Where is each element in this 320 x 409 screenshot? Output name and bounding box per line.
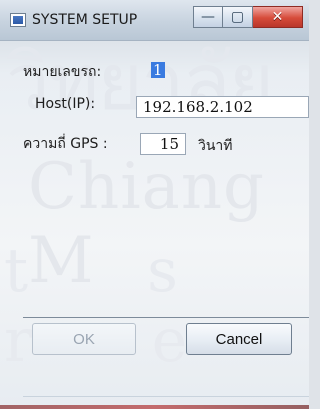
system-setup-window: SYSTEM SETUP — ▢ ✕ หมายเลขรถ: 1 Host(IP)… — [0, 0, 309, 409]
title-bar[interactable]: SYSTEM SETUP — ▢ ✕ — [0, 0, 309, 41]
gps-frequency-label: ความถี่ GPS : — [23, 136, 108, 152]
minimize-icon: — — [201, 9, 215, 25]
button-separator — [23, 317, 309, 318]
close-button[interactable]: ✕ — [253, 6, 303, 28]
cancel-button[interactable]: Cancel — [186, 323, 292, 355]
taskbar-strip — [0, 405, 309, 409]
vehicle-number-input[interactable]: 1 — [151, 59, 171, 81]
window-bottom-border — [23, 396, 309, 397]
vehicle-number-selected-text: 1 — [151, 61, 165, 79]
host-ip-value: 192.168.2.102 — [143, 98, 253, 116]
host-ip-label: Host(IP): — [35, 96, 96, 112]
maximize-button[interactable]: ▢ — [223, 6, 253, 28]
gps-unit-label: วินาที — [198, 138, 233, 154]
host-ip-input[interactable]: 192.168.2.102 — [136, 96, 309, 118]
minimize-button[interactable]: — — [193, 6, 223, 28]
gps-frequency-value: 15 — [159, 135, 179, 153]
close-icon: ✕ — [271, 9, 284, 25]
window-app-icon — [10, 13, 26, 27]
gps-frequency-input[interactable]: 15 — [140, 133, 186, 155]
ok-button[interactable]: OK — [32, 323, 136, 355]
window-controls: — ▢ ✕ — [193, 6, 303, 28]
maximize-icon: ▢ — [230, 9, 245, 25]
vehicle-number-label: หมายเลขรถ: — [23, 64, 102, 80]
window-title: SYSTEM SETUP — [32, 12, 138, 28]
dialog-content: หมายเลขรถ: 1 Host(IP): 192.168.2.102 ควา… — [23, 40, 309, 409]
